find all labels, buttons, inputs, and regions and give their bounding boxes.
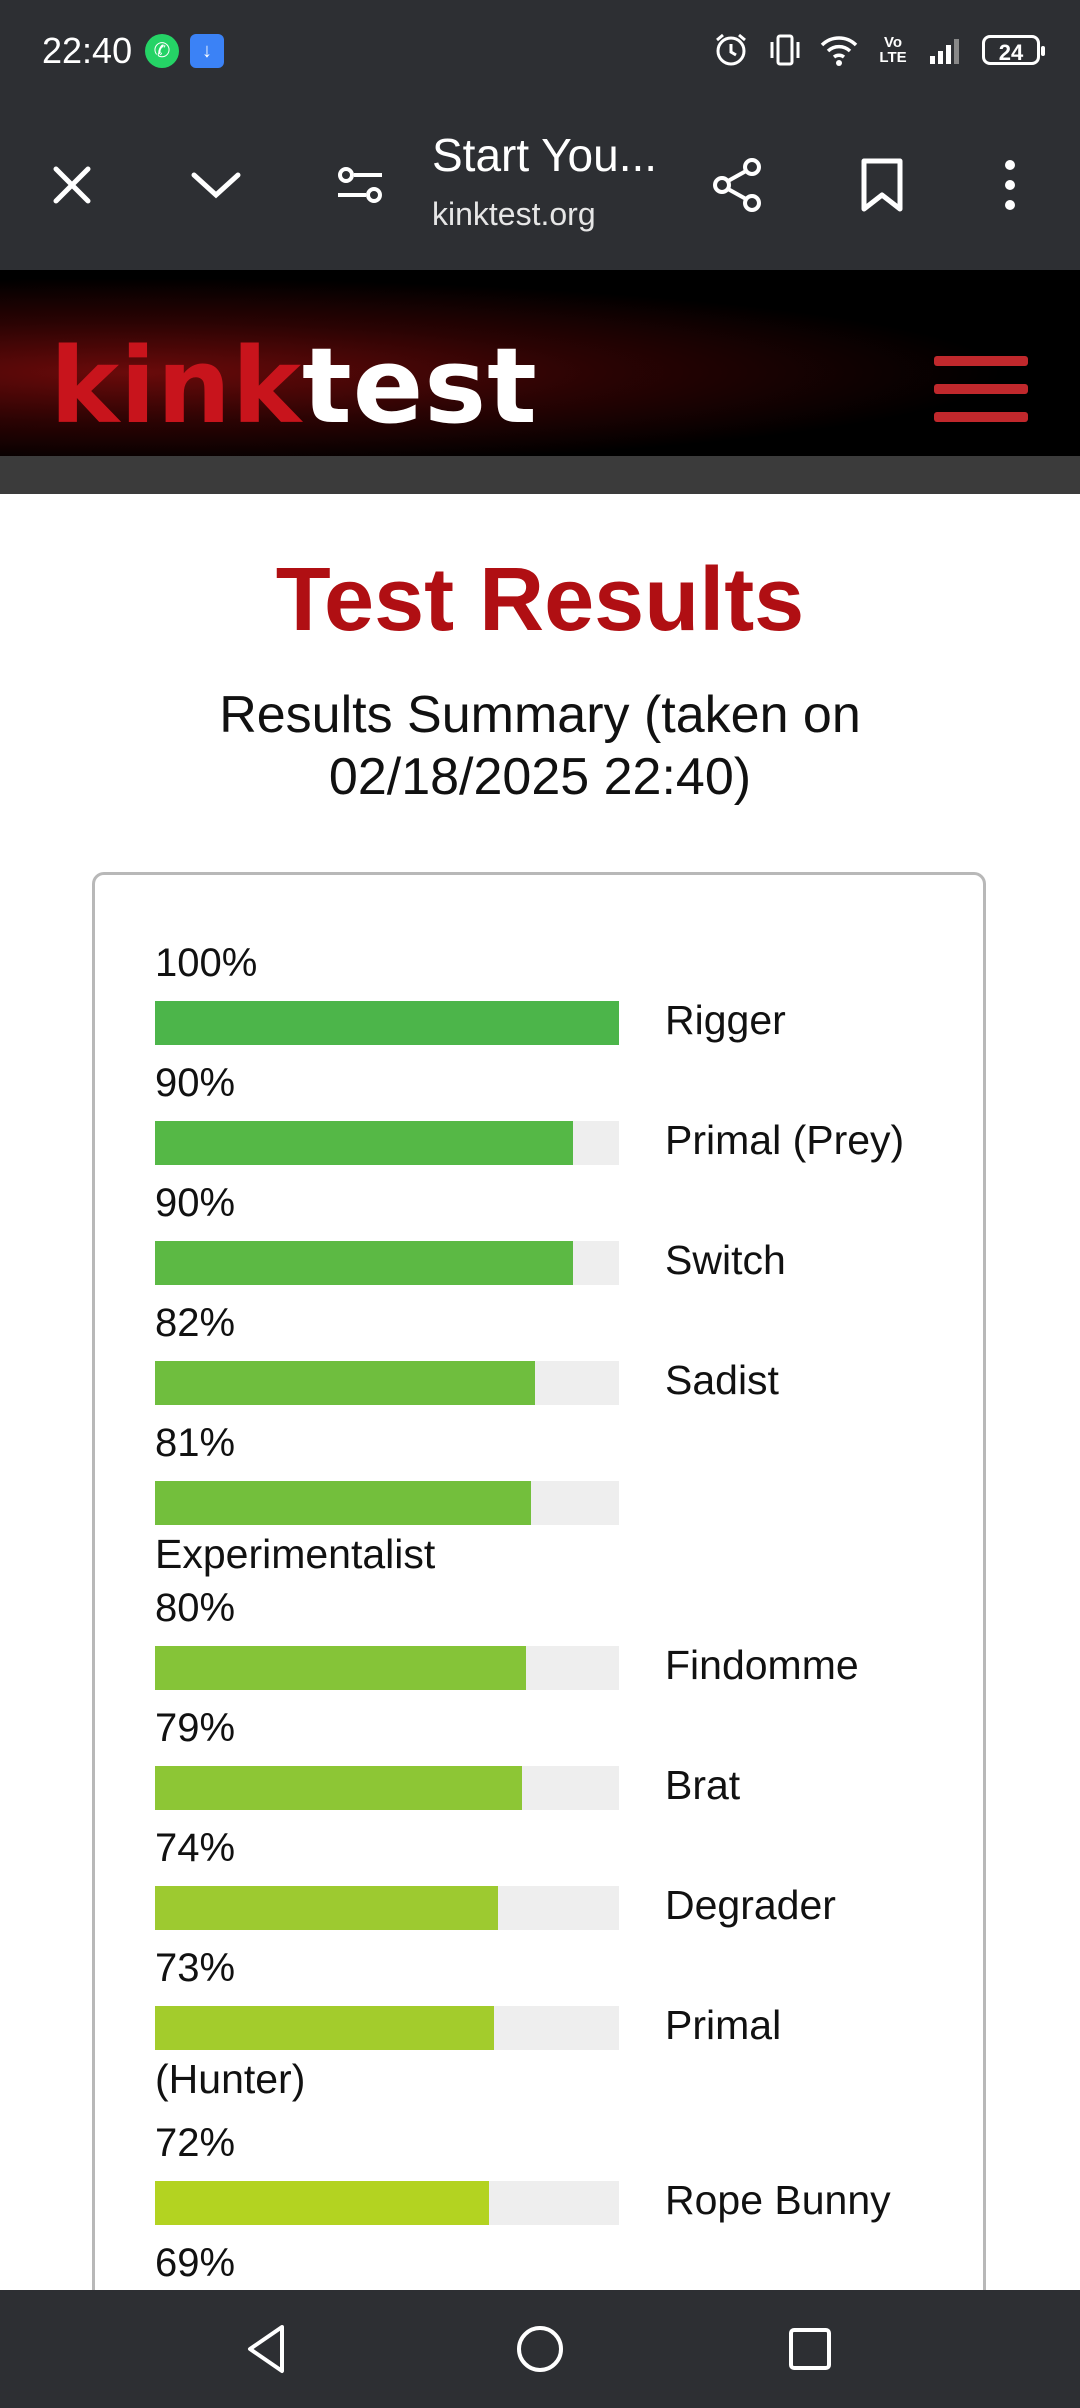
- download-icon: ↓: [190, 34, 224, 68]
- battery-indicator: 24: [982, 35, 1045, 65]
- result-bar-track: [155, 1361, 619, 1405]
- result-label-continued: (Hunter): [155, 2056, 306, 2102]
- wifi-icon: [820, 31, 858, 69]
- result-bar-fill: [155, 1121, 573, 1165]
- result-bar-fill: [155, 1766, 522, 1810]
- result-percent: 100%: [155, 941, 258, 985]
- result-bar-fill: [155, 1481, 531, 1525]
- result-bar-track: [155, 1121, 619, 1165]
- result-label: Rope Bunny: [665, 2177, 891, 2223]
- result-bar-track: [155, 2181, 619, 2225]
- url-text[interactable]: kinktest.org: [432, 196, 596, 233]
- result-label: Experimentalist: [155, 1531, 436, 1577]
- result-label: Brat: [665, 1762, 741, 1808]
- system-icons: Vo LTE 24: [712, 30, 1045, 70]
- result-percent: 90%: [155, 1181, 236, 1225]
- result-label: Rigger: [665, 997, 786, 1043]
- result-bar-track: [155, 1001, 619, 1045]
- result-percent: 79%: [155, 1706, 236, 1750]
- result-label: Primal (Prey): [665, 1117, 905, 1163]
- result-label: Findomme: [665, 1642, 859, 1688]
- signal-icon: [928, 31, 966, 69]
- result-percent: 72%: [155, 2121, 236, 2165]
- result-bar-track: [155, 1886, 619, 1930]
- share-icon[interactable]: [698, 145, 778, 225]
- close-icon[interactable]: [32, 145, 112, 225]
- results-box: 100% Rigger 90% Primal (Prey) 90% Switch 82% Sa…: [92, 872, 986, 2372]
- home-icon[interactable]: [505, 2314, 575, 2384]
- site-logo[interactable]: kinktest: [50, 325, 538, 447]
- system-nav-bar: [0, 2290, 1080, 2408]
- back-icon[interactable]: [232, 2314, 302, 2384]
- header-divider: [0, 456, 1080, 494]
- result-bar-fill: [155, 2181, 489, 2225]
- result-bar-fill: [155, 1001, 619, 1045]
- alarm-icon: [712, 31, 750, 69]
- result-percent: 90%: [155, 1061, 236, 1105]
- result-bar-track: [155, 1766, 619, 1810]
- result-percent: 74%: [155, 1826, 236, 1870]
- more-icon[interactable]: [970, 145, 1050, 225]
- results-summary: Results Summary (taken on 02/18/2025 22:…: [160, 684, 920, 808]
- result-bar-track: [155, 2006, 619, 2050]
- page-title: Test Results: [275, 550, 805, 650]
- tab-title[interactable]: Start You...: [432, 128, 657, 182]
- browser-toolbar: Start You... kinktest.org: [0, 100, 1080, 270]
- menu-icon[interactable]: [934, 356, 1028, 422]
- result-percent: 73%: [155, 1946, 236, 1990]
- summary-line-2: 02/18/2025 22:40): [328, 748, 752, 806]
- vibrate-icon: [766, 31, 804, 69]
- result-bar-track: [155, 1646, 619, 1690]
- result-bar-fill: [155, 1646, 526, 1690]
- result-label: Primal: [665, 2002, 782, 2048]
- result-percent: 80%: [155, 1586, 236, 1630]
- result-label: Switch: [665, 1237, 786, 1283]
- status-bar: 22:40 ✆ ↓ Vo LTE 24: [0, 0, 1080, 100]
- site-header: kinktest: [0, 270, 1080, 456]
- result-percent: 69%: [155, 2241, 236, 2285]
- result-bar-fill: [155, 2006, 494, 2050]
- result-percent: 81%: [155, 1421, 236, 1465]
- recents-icon[interactable]: [775, 2314, 845, 2384]
- whatsapp-icon: ✆: [145, 34, 179, 68]
- volte-icon: Vo LTE: [879, 34, 907, 66]
- chevron-down-icon[interactable]: [176, 145, 256, 225]
- result-bar-fill: [155, 1361, 535, 1405]
- result-percent: 82%: [155, 1301, 236, 1345]
- logo-test: test: [302, 325, 538, 447]
- logo-kink: kink: [50, 325, 303, 447]
- page-settings-icon[interactable]: [320, 145, 400, 225]
- result-bar-fill: [155, 1241, 573, 1285]
- result-label: Degrader: [665, 1882, 836, 1928]
- result-bar-fill: [155, 1886, 498, 1930]
- bookmark-icon[interactable]: [842, 145, 922, 225]
- summary-line-1: Results Summary (taken on: [219, 686, 861, 744]
- result-bar-track: [155, 1241, 619, 1285]
- result-label: Sadist: [665, 1357, 779, 1403]
- result-bar-track: [155, 1481, 619, 1525]
- status-time: 22:40: [42, 30, 133, 71]
